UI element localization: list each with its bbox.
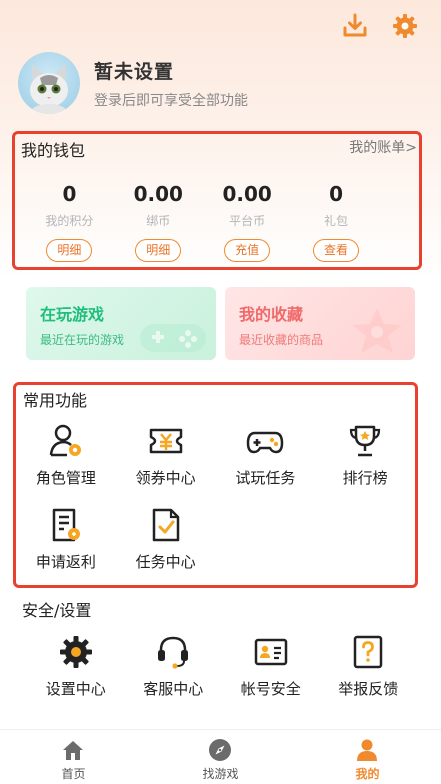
wallet-label: 我的积分	[45, 214, 94, 228]
section-title: 安全/设置	[22, 601, 92, 620]
wallet-title: 我的钱包	[21, 141, 86, 160]
grid-label: 排行榜	[342, 469, 388, 487]
compass-icon	[208, 738, 232, 762]
wallet-platform-coin: 0.00 平台币 充值	[203, 182, 292, 262]
settings-center-button[interactable]: 设置中心	[27, 632, 125, 699]
login-tip: 登录后即可享受全部功能	[94, 92, 248, 109]
gamepad-icon	[245, 421, 285, 461]
wallet-points: 0 我的积分 明细	[25, 182, 114, 262]
wallet-bound-coin: 0.00 绑币 明细	[114, 182, 203, 262]
ranking-button[interactable]: 排行榜	[315, 421, 415, 488]
grid-label: 设置中心	[45, 680, 106, 698]
headset-icon	[153, 632, 193, 672]
tab-label: 我的	[355, 767, 380, 781]
wallet-label: 礼包	[324, 214, 349, 228]
task-center-button[interactable]: 任务中心	[116, 505, 216, 572]
coupon-center-button[interactable]: 领券中心	[116, 421, 216, 488]
grid-label: 举报反馈	[338, 680, 399, 698]
profile-header[interactable]: 暂未设置 登录后即可享受全部功能	[18, 52, 248, 114]
id-card-icon	[251, 632, 291, 672]
user-icon	[355, 738, 379, 762]
bottom-tab-bar: 首页 找游戏 我的	[0, 729, 441, 784]
tab-find-games[interactable]: 找游戏	[147, 730, 294, 784]
playing-games-card[interactable]: 在玩游戏 最近在玩的游戏	[26, 287, 216, 360]
coupon-icon	[146, 421, 186, 461]
wallet-value: 0	[329, 182, 344, 206]
grid-label: 领券中心	[135, 469, 196, 487]
settings-icon	[56, 632, 96, 672]
trophy-icon	[345, 421, 385, 461]
bound-coin-detail-button[interactable]: 明细	[135, 239, 182, 262]
apply-rebate-button[interactable]: 申请返利	[16, 505, 116, 572]
grid-label: 试玩任务	[235, 469, 296, 487]
grid-label: 帐号安全	[240, 680, 301, 698]
nickname: 暂未设置	[94, 60, 175, 83]
points-detail-button[interactable]: 明细	[46, 239, 93, 262]
wallet-label: 绑币	[146, 214, 171, 228]
role-manage-button[interactable]: 角色管理	[16, 421, 116, 488]
home-icon	[61, 738, 85, 762]
wallet-panel: 我的钱包 我的账单> 0 我的积分 明细 0.00 绑币 明细 0.00 平台币…	[12, 131, 422, 270]
common-functions-panel: 常用功能 角色管理 领券中心 试玩任务 排行榜 申请返利 任务中心	[13, 382, 418, 588]
settings-gear-icon[interactable]	[391, 12, 419, 40]
grid-label: 任务中心	[135, 553, 196, 571]
avatar[interactable]	[18, 52, 80, 114]
section-title: 常用功能	[23, 391, 88, 410]
tab-home[interactable]: 首页	[0, 730, 147, 784]
account-security-button[interactable]: 帐号安全	[222, 632, 320, 699]
my-bill-link[interactable]: 我的账单>	[349, 137, 417, 157]
wallet-label: 平台币	[229, 214, 266, 228]
gamepad-decor-icon	[138, 320, 208, 358]
role-manage-icon	[46, 421, 86, 461]
top-actions	[341, 12, 419, 40]
tab-mine[interactable]: 我的	[294, 730, 441, 784]
customer-service-button[interactable]: 客服中心	[125, 632, 223, 699]
report-feedback-button[interactable]: 举报反馈	[320, 632, 418, 699]
grid-label: 申请返利	[35, 553, 96, 571]
wallet-value: 0.00	[222, 182, 272, 206]
my-favorites-card[interactable]: 我的收藏 最近收藏的商品	[225, 287, 415, 360]
report-question-icon	[348, 632, 388, 672]
trial-task-button[interactable]: 试玩任务	[216, 421, 316, 488]
wallet-value: 0	[62, 182, 77, 206]
tab-label: 首页	[61, 767, 86, 781]
recharge-button[interactable]: 充值	[224, 239, 271, 262]
rebate-form-icon	[46, 505, 86, 545]
tab-label: 找游戏	[202, 767, 239, 781]
wallet-value: 0.00	[133, 182, 183, 206]
download-icon[interactable]	[341, 12, 369, 40]
wallet-gift-pack: 0 礼包 查看	[292, 182, 381, 262]
star-decor-icon	[347, 304, 407, 358]
safety-settings-grid: 设置中心 客服中心 帐号安全 举报反馈	[27, 632, 417, 699]
grid-label: 角色管理	[35, 469, 96, 487]
view-gift-button[interactable]: 查看	[313, 239, 360, 262]
grid-label: 客服中心	[143, 680, 204, 698]
task-check-icon	[146, 505, 186, 545]
